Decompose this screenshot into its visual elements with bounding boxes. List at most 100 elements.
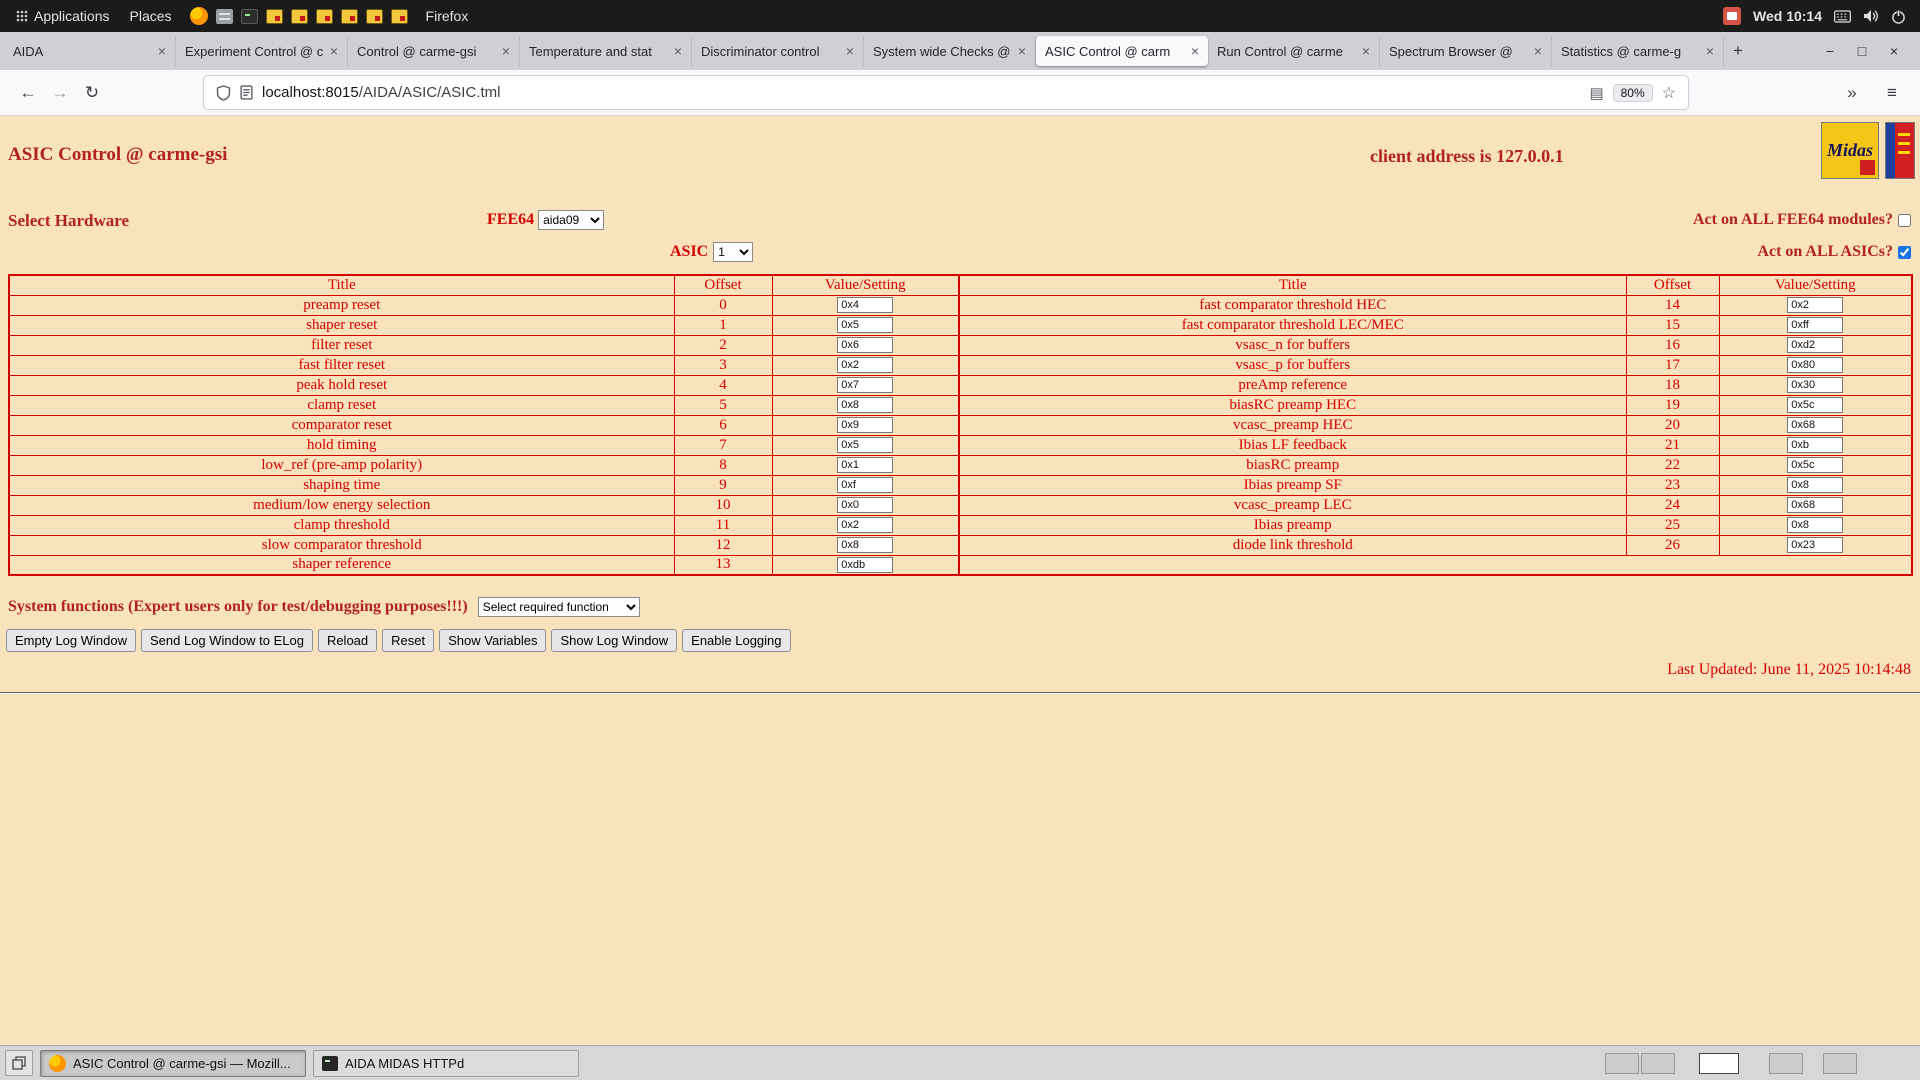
midas-window-icon[interactable] (341, 9, 358, 24)
tab-close-icon[interactable]: × (1018, 43, 1026, 59)
midas-window-icon[interactable] (291, 9, 308, 24)
tab-close-icon[interactable]: × (1706, 43, 1714, 59)
param-value-input[interactable] (1787, 357, 1843, 373)
param-value-input[interactable] (837, 457, 893, 473)
power-icon[interactable] (1891, 9, 1906, 24)
workspace-cell-active[interactable] (1699, 1053, 1739, 1074)
reader-mode-icon[interactable]: ▤ (1589, 84, 1603, 102)
page-info-icon[interactable] (240, 85, 253, 100)
browser-tab[interactable]: Experiment Control @ c × (176, 36, 348, 66)
browser-tab[interactable]: AIDA × (4, 36, 176, 66)
param-value-input[interactable] (1787, 297, 1843, 313)
param-value-input[interactable] (1787, 317, 1843, 333)
tab-close-icon[interactable]: × (1534, 43, 1542, 59)
param-value-input[interactable] (837, 497, 893, 513)
zoom-indicator[interactable]: 80% (1613, 84, 1653, 102)
midas-logo[interactable]: Midas (1821, 122, 1879, 179)
param-value-input[interactable] (837, 517, 893, 533)
param-value-input[interactable] (837, 537, 893, 553)
param-value-input[interactable] (837, 437, 893, 453)
midas-window-icon[interactable] (391, 9, 408, 24)
param-value-input[interactable] (1787, 477, 1843, 493)
tab-close-icon[interactable]: × (1362, 43, 1370, 59)
notification-tray-icon[interactable] (1723, 7, 1741, 25)
app-menu-icon[interactable]: ≡ (1876, 77, 1908, 109)
system-function-select[interactable]: Select required function (478, 597, 640, 617)
browser-tab[interactable]: Statistics @ carme-g × (1552, 36, 1724, 66)
browser-tab[interactable]: Run Control @ carme × (1208, 36, 1380, 66)
active-app-menu[interactable]: Firefox (416, 0, 479, 32)
midas-window-icon[interactable] (266, 9, 283, 24)
tab-close-icon[interactable]: × (330, 43, 338, 59)
param-value-input[interactable] (1787, 517, 1843, 533)
action-button[interactable]: Send Log Window to ELog (141, 629, 313, 652)
act-all-fee64-checkbox[interactable] (1898, 214, 1911, 227)
param-value-input[interactable] (1787, 537, 1843, 553)
workspace-cell[interactable] (1769, 1053, 1803, 1074)
workspace-cell[interactable] (1605, 1053, 1639, 1074)
param-value-input[interactable] (1787, 417, 1843, 433)
param-value-input[interactable] (837, 417, 893, 433)
forward-button[interactable]: → (44, 77, 76, 109)
browser-tab[interactable]: ASIC Control @ carm × (1036, 36, 1208, 66)
param-value-input[interactable] (837, 557, 893, 573)
workspace-cell[interactable] (1641, 1053, 1675, 1074)
param-value-input[interactable] (1787, 457, 1843, 473)
action-button[interactable]: Empty Log Window (6, 629, 136, 652)
back-button[interactable]: ← (12, 77, 44, 109)
param-value-input[interactable] (837, 397, 893, 413)
action-button[interactable]: Show Log Window (551, 629, 677, 652)
param-value-input[interactable] (1787, 337, 1843, 353)
browser-tab[interactable]: System wide Checks @ × (864, 36, 1036, 66)
facility-logo[interactable] (1885, 122, 1915, 179)
act-all-asics-checkbox[interactable] (1898, 246, 1911, 259)
midas-window-icon[interactable] (366, 9, 383, 24)
param-value-input[interactable] (1787, 397, 1843, 413)
asic-select[interactable]: 1 (713, 242, 753, 262)
keyboard-input-icon[interactable] (1834, 10, 1851, 23)
places-menu[interactable]: Places (120, 0, 182, 32)
maximize-button[interactable]: □ (1854, 43, 1870, 59)
browser-tab[interactable]: Spectrum Browser @ × (1380, 36, 1552, 66)
reload-button[interactable]: ↻ (76, 77, 108, 109)
action-button[interactable]: Enable Logging (682, 629, 790, 652)
bookmark-star-icon[interactable]: ☆ (1662, 83, 1676, 103)
browser-tab[interactable]: Temperature and stat × (520, 36, 692, 66)
param-value-input[interactable] (837, 377, 893, 393)
action-button[interactable]: Show Variables (439, 629, 546, 652)
param-value-input[interactable] (837, 317, 893, 333)
files-launcher-icon[interactable] (216, 9, 233, 24)
taskbar-window-button[interactable]: AIDA MIDAS HTTPd (313, 1050, 579, 1077)
tab-close-icon[interactable]: × (502, 43, 510, 59)
terminal-launcher-icon[interactable] (241, 9, 258, 24)
midas-window-icon[interactable] (316, 9, 333, 24)
tab-close-icon[interactable]: × (1191, 43, 1199, 59)
tab-close-icon[interactable]: × (158, 43, 166, 59)
address-bar[interactable]: localhost:8015/AIDA/ASIC/ASIC.tml ▤ 80% … (204, 76, 1688, 109)
param-value-input[interactable] (837, 297, 893, 313)
shield-icon[interactable] (216, 85, 231, 101)
clock[interactable]: Wed 10:14 (1753, 8, 1822, 24)
browser-tab[interactable]: Discriminator control × (692, 36, 864, 66)
param-value-input[interactable] (837, 477, 893, 493)
close-window-button[interactable]: × (1886, 43, 1902, 59)
workspace-cell[interactable] (1823, 1053, 1857, 1074)
browser-tab[interactable]: Control @ carme-gsi × (348, 36, 520, 66)
param-value-input[interactable] (837, 337, 893, 353)
volume-icon[interactable] (1863, 9, 1879, 23)
param-value-input[interactable] (1787, 377, 1843, 393)
firefox-launcher-icon[interactable] (190, 7, 208, 25)
applications-menu[interactable]: Applications (6, 0, 120, 32)
show-desktop-button[interactable] (5, 1050, 33, 1076)
tab-close-icon[interactable]: × (674, 43, 682, 59)
param-value-input[interactable] (1787, 437, 1843, 453)
taskbar-window-button[interactable]: ASIC Control @ carme-gsi — Mozill... (40, 1050, 306, 1077)
minimize-button[interactable]: − (1822, 43, 1838, 59)
new-tab-button[interactable]: + (1724, 37, 1752, 65)
param-value-input[interactable] (837, 357, 893, 373)
fee64-select[interactable]: aida09 (538, 210, 604, 230)
param-value-input[interactable] (1787, 497, 1843, 513)
overflow-menu-icon[interactable]: » (1836, 77, 1868, 109)
action-button[interactable]: Reset (382, 629, 434, 652)
tab-close-icon[interactable]: × (846, 43, 854, 59)
